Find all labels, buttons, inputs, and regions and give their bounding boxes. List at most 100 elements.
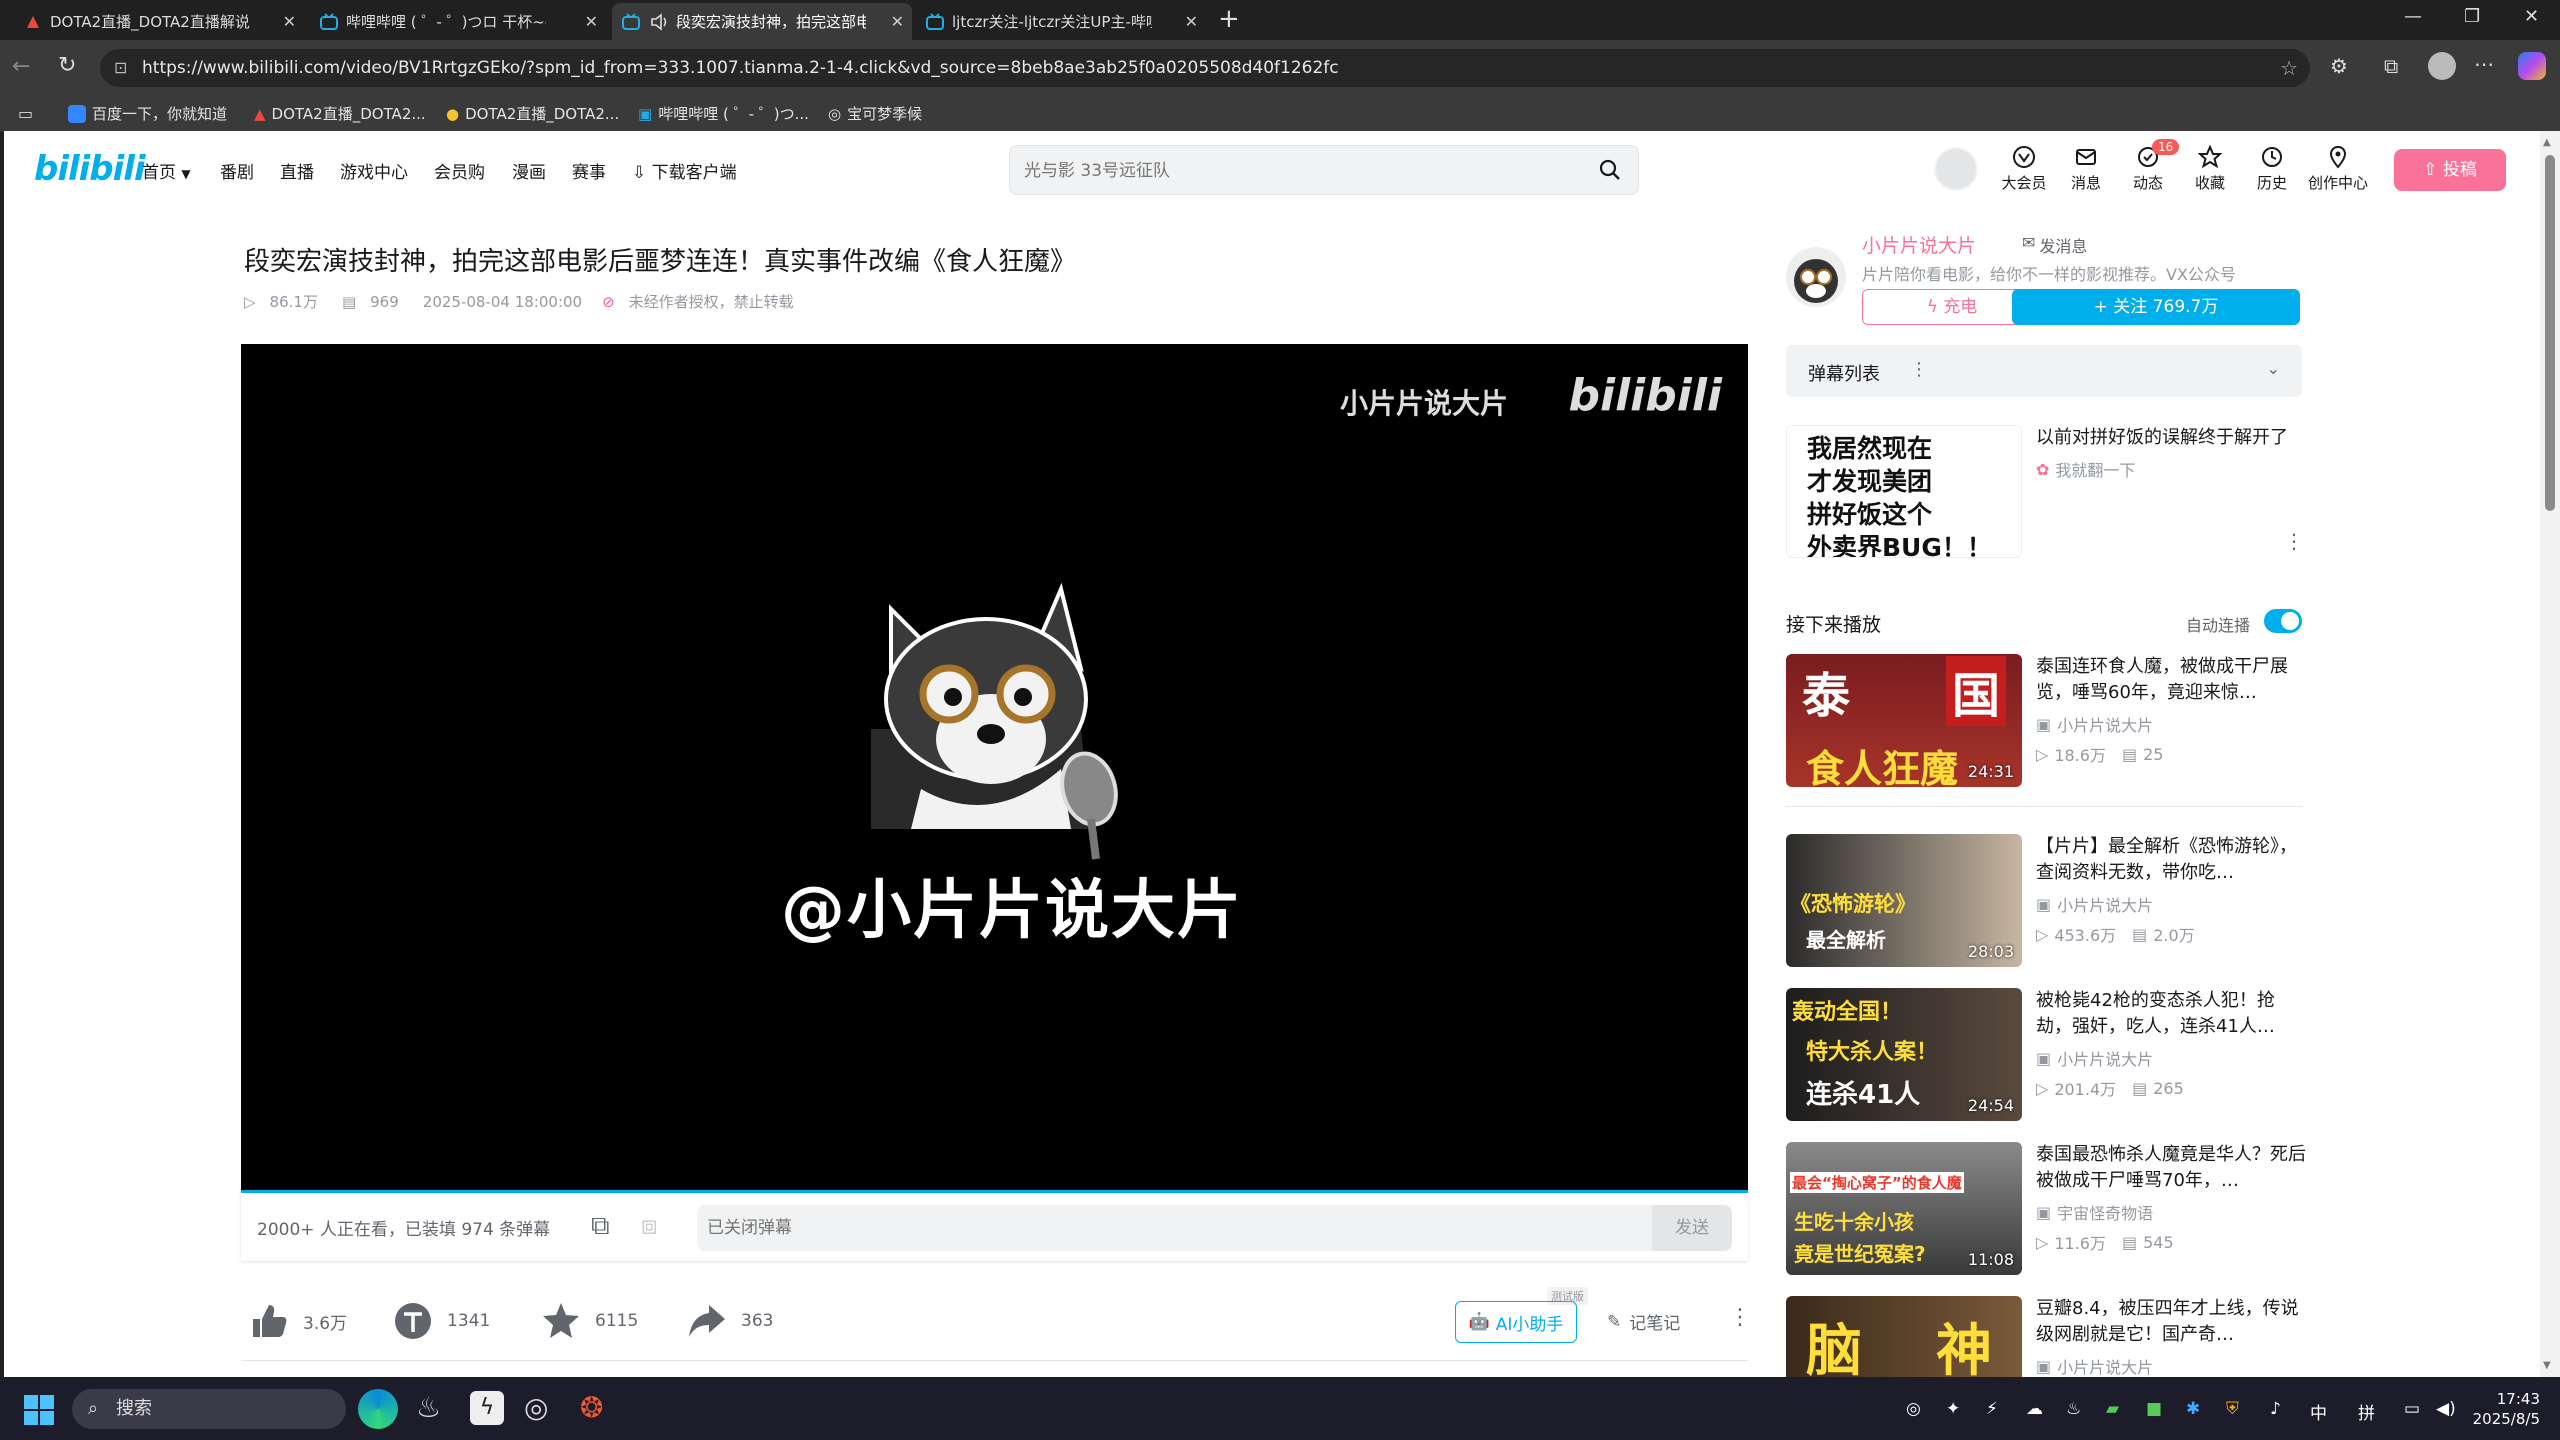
uploader-name[interactable]: 小片片说大片 xyxy=(1862,231,1976,258)
bookmark-star-icon[interactable]: ☆ xyxy=(2280,49,2298,87)
nav-mall[interactable]: 会员购 xyxy=(434,158,485,183)
header-creator-center[interactable]: 创作中心 xyxy=(2302,145,2374,193)
nav-esports[interactable]: 赛事 xyxy=(572,158,606,183)
autoplay-toggle[interactable] xyxy=(2264,609,2302,633)
up-next-item[interactable]: 泰国连环食人魔，被做成干尸展览，唾骂60年，竟迎来惊… ▣ 小片片说大片 ▷ 18.… xyxy=(2036,654,2306,766)
nav-live[interactable]: 直播 xyxy=(280,158,314,183)
volume-icon[interactable]: ◀) xyxy=(2436,1399,2456,1419)
chevron-down-icon[interactable]: ⌄ xyxy=(2267,359,2280,378)
extensions-icon[interactable]: ⚙ xyxy=(2330,54,2348,78)
url-field[interactable]: ⊡ https://www.bilibili.com/video/BV1Rrtg… xyxy=(100,49,2310,87)
like-button[interactable]: 3.6万 xyxy=(249,1281,347,1361)
danmaku-toggle-icon[interactable]: ⧉ xyxy=(591,1211,610,1242)
close-window-icon[interactable]: ✕ xyxy=(2524,6,2539,27)
scroll-up-icon[interactable]: ▲ xyxy=(2543,137,2551,148)
header-dynamic[interactable]: 动态 16 xyxy=(2118,139,2180,193)
app-icon[interactable]: ϟ xyxy=(470,1391,504,1425)
coin-button[interactable]: 1341 xyxy=(393,1281,490,1361)
share-button[interactable]: 363 xyxy=(687,1281,773,1361)
search-input[interactable] xyxy=(1024,156,1564,186)
taskbar-search[interactable]: ⌕ 搜索 xyxy=(72,1389,346,1429)
ime-language[interactable]: 中 xyxy=(2310,1399,2327,1424)
danmaku-settings-icon[interactable]: ⧈ xyxy=(641,1211,658,1242)
minimize-icon[interactable]: — xyxy=(2404,6,2422,27)
new-tab-icon[interactable]: + xyxy=(1218,4,1240,34)
bookmark-bilibili[interactable]: ▣ 哔哩哔哩 ( ゜- ゜)つ... xyxy=(638,103,809,124)
up-next-thumbnail[interactable]: 《恐怖游轮》 最全解析 28:03 xyxy=(1786,834,2022,967)
tab-follow-list[interactable]: ljtczr关注-ljtczr关注UP主-哔哩哔哩 ✕ xyxy=(916,3,1206,40)
user-avatar[interactable] xyxy=(1934,147,1978,191)
ad-info[interactable]: 以前对拼好饭的误解终于解开了 ✿ 我就翻一下 xyxy=(2036,425,2306,481)
steam-tray-icon[interactable]: ♨ xyxy=(2066,1399,2081,1419)
search-icon[interactable] xyxy=(1598,158,1622,186)
bookmark-dota-1[interactable]: ▲ DOTA2直播_DOTA2... xyxy=(254,103,426,124)
microphone-icon[interactable]: ♪ xyxy=(2270,1399,2281,1419)
bookmark-dota-2[interactable]: ● DOTA2直播_DOTA2... xyxy=(446,103,619,124)
notes-button[interactable]: ✎ 记笔记 xyxy=(1607,1309,1680,1335)
bluetooth-icon[interactable]: ✱ xyxy=(2186,1399,2200,1419)
up-next-thumbnail[interactable]: 最会“掏心窝子”的食人魔 生吃十余小孩 竟是世纪冤案? 11:08 xyxy=(1786,1142,2022,1275)
send-message-link[interactable]: ✉ 发消息 xyxy=(2022,233,2087,257)
search-box[interactable] xyxy=(1009,145,1639,195)
uploader-avatar[interactable] xyxy=(1786,247,1846,307)
nav-game-center[interactable]: 游戏中心 xyxy=(340,158,408,183)
speaker-icon[interactable] xyxy=(650,12,668,31)
site-info-icon[interactable]: ⊡ xyxy=(114,49,127,87)
tab-close-icon[interactable]: ✕ xyxy=(1185,12,1198,31)
ad-thumbnail[interactable]: 我居然现在 才发现美团 拼好饭这个 外卖界BUG！！ xyxy=(1786,425,2022,558)
bookmark-baidu[interactable]: 百度一下，你就知道 xyxy=(68,103,227,124)
windows-start-icon[interactable] xyxy=(24,1395,54,1429)
copilot-icon[interactable] xyxy=(2518,52,2546,80)
nvidia-tray-icon[interactable]: ▰ xyxy=(2106,1399,2119,1419)
back-icon[interactable]: ← xyxy=(12,54,30,79)
tab-current-video[interactable]: 段奕宏演技封神，拍完这部电影 ✕ xyxy=(612,3,912,40)
up-next-item[interactable]: 豆瓣8.4，被压四年才上线，传说级网剧就是它！国产奇… ▣ 小片片说大片 xyxy=(2036,1296,2306,1377)
tray-icon-2[interactable]: ✦ xyxy=(1946,1399,1960,1419)
shield-icon[interactable]: ⛨ xyxy=(2226,1399,2239,1419)
header-favorites[interactable]: 收藏 xyxy=(2180,145,2240,193)
send-danmaku-button[interactable]: 发送 xyxy=(1652,1205,1732,1251)
more-menu-icon[interactable]: ⋯ xyxy=(2474,52,2494,76)
tab-close-icon[interactable]: ✕ xyxy=(283,12,296,31)
nav-manga[interactable]: 漫画 xyxy=(512,158,546,183)
video-player[interactable]: 小片片说大片 bilibili @小片片说大片 xyxy=(241,344,1748,1193)
scroll-down-icon[interactable]: ▼ xyxy=(2543,1360,2551,1371)
up-next-item[interactable]: 被枪毙42枪的变态杀人犯！抢劫，强奸，吃人，连杀41人… ▣ 小片片说大片 ▷ 20… xyxy=(2036,988,2306,1100)
bookmark-pokemon[interactable]: ◎ 宝可梦季候 xyxy=(828,103,922,124)
danmaku-input[interactable] xyxy=(707,1213,1587,1243)
collections-icon[interactable]: ⧉ xyxy=(2384,54,2398,78)
up-next-thumbnail[interactable]: 轰动全国！ 特大杀人案！ 连杀41人 24:54 xyxy=(1786,988,2022,1121)
header-messages[interactable]: 消息 xyxy=(2056,145,2116,193)
restore-icon[interactable]: ❐ xyxy=(2464,6,2480,27)
tray-icon-5[interactable]: ■ xyxy=(2146,1399,2162,1419)
tray-icon-1[interactable]: ◎ xyxy=(1906,1399,1921,1419)
page-scrollbar[interactable]: ▲ ▼ xyxy=(2540,131,2560,1377)
nav-download-client[interactable]: ⇩ 下载客户端 xyxy=(632,158,737,183)
more-actions-icon[interactable]: ⋮ xyxy=(1729,1305,1751,1330)
header-vip[interactable]: 大会员 xyxy=(1994,145,2054,193)
favorite-button[interactable]: 6115 xyxy=(541,1281,638,1361)
tab-close-icon[interactable]: ✕ xyxy=(585,12,598,31)
tray-icon-3[interactable]: ⚡ xyxy=(1986,1399,1998,1419)
app-icon-2[interactable]: ❂ xyxy=(580,1391,603,1424)
up-next-thumbnail[interactable]: 脑 神 xyxy=(1786,1296,2022,1377)
up-next-item[interactable]: 泰国最恐怖杀人魔竟是华人？死后被做成干尸唾骂70年，… ▣ 宇宙怪奇物语 ▷ 11.… xyxy=(2036,1142,2306,1254)
danmaku-input-box[interactable]: 发送 xyxy=(697,1205,1732,1251)
danmaku-list-panel[interactable]: 弹幕列表 ⋮ ⌄ xyxy=(1786,345,2302,397)
tray-icon-4[interactable]: ☁ xyxy=(2026,1399,2043,1419)
reading-list-icon[interactable]: ▭ xyxy=(18,104,33,123)
up-next-thumbnail[interactable]: 泰 国 食人狂魔 24:31 xyxy=(1786,654,2022,787)
edge-icon[interactable] xyxy=(358,1389,398,1429)
tab-dota2-live[interactable]: DOTA2直播_DOTA2直播解说视频 ✕ xyxy=(14,3,304,40)
steam-icon[interactable]: ♨ xyxy=(416,1391,441,1424)
reload-icon[interactable]: ↻ xyxy=(58,53,76,78)
network-icon[interactable]: ▭ xyxy=(2404,1399,2420,1419)
follow-button[interactable]: + 关注 769.7万 xyxy=(2012,289,2300,325)
nav-bangumi[interactable]: 番剧 xyxy=(220,158,254,183)
bilibili-logo[interactable]: bilibili xyxy=(34,149,146,189)
ime-mode[interactable]: 拼 xyxy=(2358,1399,2375,1424)
up-next-item[interactable]: 【片片】最全解析《恐怖游轮》，查阅资料无数，带你吃… ▣ 小片片说大片 ▷ 453.… xyxy=(2036,834,2306,946)
upload-button[interactable]: ⇧ 投稿 xyxy=(2394,149,2506,191)
ad-more-icon[interactable]: ⋮ xyxy=(2284,529,2304,553)
header-history[interactable]: 历史 xyxy=(2242,145,2302,193)
